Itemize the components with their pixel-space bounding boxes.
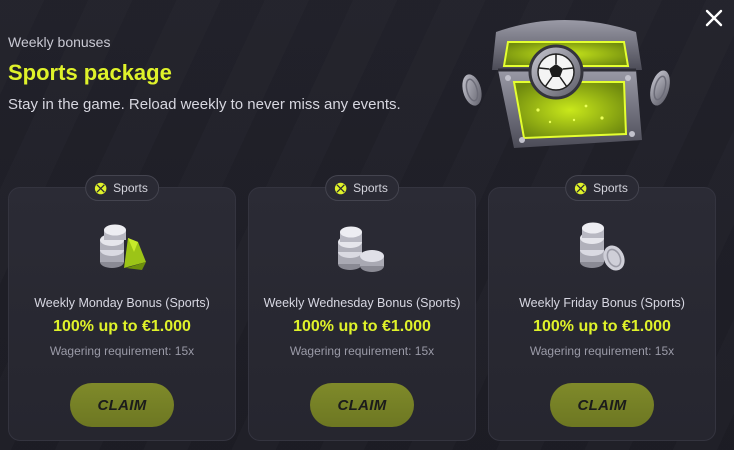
category-tag-label: Sports — [113, 181, 148, 195]
soccer-ball-icon — [334, 182, 347, 194]
category-tag-label: Sports — [593, 181, 628, 195]
bonus-value: 100% up to €1.000 — [53, 318, 191, 335]
soccer-ball-icon — [574, 182, 587, 194]
coin-stack-icon — [90, 212, 154, 276]
bonus-name: Weekly Wednesday Bonus (Sports) — [263, 296, 461, 310]
bonus-card-monday: Sports Weekly Monday Bonus (Sports) 100%… — [8, 175, 236, 441]
wagering-requirement: Wagering requirement: 15x — [49, 344, 195, 358]
wagering-requirement: Wagering requirement: 15x — [529, 344, 675, 358]
section-eyebrow: Weekly bonuses — [8, 34, 111, 50]
claim-button[interactable]: CLAIM — [550, 383, 654, 427]
category-tag: Sports — [565, 175, 639, 201]
coin-stack-icon — [330, 212, 394, 276]
treasure-chest-icon — [456, 10, 676, 155]
bonus-modal: Weekly bonuses Sports package Stay in th… — [0, 0, 734, 450]
category-tag-label: Sports — [353, 181, 388, 195]
bonus-value: 100% up to €1.000 — [533, 318, 671, 335]
bonus-card-friday: Sports Weekly Friday Bonus (Sports) 100%… — [488, 175, 716, 441]
coin-stack-icon — [570, 212, 634, 276]
wagering-requirement: Wagering requirement: 15x — [289, 344, 435, 358]
close-icon[interactable] — [702, 6, 726, 30]
page-title: Sports package — [8, 60, 172, 85]
claim-button[interactable]: CLAIM — [70, 383, 174, 427]
bonus-name: Weekly Monday Bonus (Sports) — [34, 296, 210, 310]
bonus-card-wednesday: Sports Weekly Wednesday Bonus (Sports) 1… — [248, 175, 476, 441]
soccer-ball-icon — [94, 182, 107, 194]
claim-button[interactable]: CLAIM — [310, 383, 414, 427]
category-tag: Sports — [85, 175, 159, 201]
bonus-name: Weekly Friday Bonus (Sports) — [519, 296, 685, 310]
page-subtitle: Stay in the game. Reload weekly to never… — [8, 96, 401, 113]
category-tag: Sports — [325, 175, 399, 201]
bonus-value: 100% up to €1.000 — [293, 318, 431, 335]
bonus-card-list: Sports Weekly Monday Bonus (Sports) 100%… — [8, 175, 728, 442]
